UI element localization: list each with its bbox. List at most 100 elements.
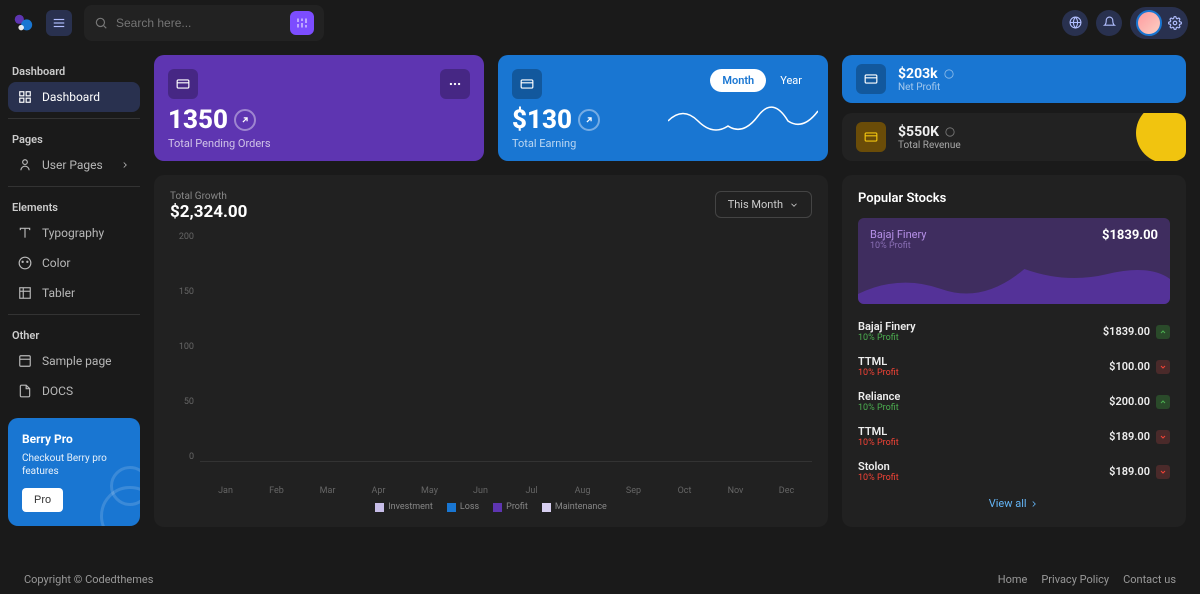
- stock-row[interactable]: TTML10% Profit$100.00: [858, 349, 1170, 384]
- card-icon: [512, 69, 542, 99]
- trend-up-icon: [1156, 395, 1170, 409]
- total-revenue-card: $550K Total Revenue: [842, 113, 1186, 161]
- footer-link[interactable]: Home: [998, 573, 1028, 586]
- nav-item-typography[interactable]: Typography: [8, 218, 140, 248]
- stock-value: $1839.00: [1103, 325, 1150, 338]
- accent-shape: [1136, 113, 1186, 161]
- net-profit-card: $203k Net Profit: [842, 55, 1186, 103]
- chart-period-select[interactable]: This Month: [715, 191, 812, 218]
- search-icon: [94, 16, 108, 30]
- avatar: [1136, 10, 1162, 36]
- stocks-title: Popular Stocks: [858, 191, 1170, 206]
- promo-card: Berry ProCheckout Berry pro featuresPro: [8, 418, 140, 526]
- stock-row[interactable]: TTML10% Profit $189.00: [858, 419, 1170, 454]
- trend-up-icon: [234, 109, 256, 131]
- trend-up-icon: [578, 109, 600, 131]
- copyright: Copyright © Codedthemes: [24, 573, 153, 586]
- bar-group: [304, 232, 344, 461]
- stock-row[interactable]: Bajaj Finery10% Profit$1839.00: [858, 314, 1170, 349]
- user-icon: [18, 158, 32, 172]
- palette-icon: [18, 256, 32, 270]
- nav-group-label: Elements: [8, 193, 140, 218]
- menu-toggle-button[interactable]: [46, 10, 72, 36]
- footer: Copyright © Codedthemes Home Privacy Poli…: [0, 565, 1200, 594]
- header-actions: [1062, 7, 1188, 39]
- nav-item-label: Tabler: [42, 286, 75, 300]
- stock-name: Bajaj Finery: [858, 320, 916, 333]
- info-icon: [944, 69, 954, 79]
- profile-menu[interactable]: [1130, 7, 1188, 39]
- stock-row[interactable]: Reliance10% Profit $200.00: [858, 384, 1170, 419]
- stock-sub: 10% Profit: [858, 403, 900, 413]
- nav-item-color[interactable]: Color: [8, 248, 140, 278]
- stock-value: $100.00: [1109, 360, 1150, 373]
- sparkline: [668, 101, 818, 141]
- stock-name: TTML: [858, 425, 899, 438]
- bar-group: [668, 232, 708, 461]
- trend-down-icon: [1156, 465, 1170, 479]
- featured-sparkline: [858, 254, 1170, 304]
- gear-icon: [1168, 16, 1182, 30]
- y-axis: 200150100500: [170, 232, 200, 482]
- nav-item-sample-page[interactable]: Sample page: [8, 346, 140, 376]
- trend-down-icon: [1156, 430, 1170, 444]
- stock-value: $189.00: [1109, 430, 1150, 443]
- bar-group: [460, 232, 500, 461]
- year-button[interactable]: Year: [768, 69, 814, 92]
- card-menu-button[interactable]: [440, 69, 470, 99]
- footer-link[interactable]: Privacy Policy: [1041, 573, 1109, 586]
- card-icon: [856, 64, 886, 94]
- month-button[interactable]: Month: [710, 69, 766, 92]
- nav-item-user-pages[interactable]: User Pages: [8, 150, 140, 180]
- nav-group-label: Pages: [8, 125, 140, 150]
- net-profit-value: $203k: [898, 66, 938, 82]
- bar-group: [252, 232, 292, 461]
- chevron-down-icon: [789, 200, 799, 210]
- notification-button[interactable]: [1096, 10, 1122, 36]
- nav-group-label: Dashboard: [8, 57, 140, 82]
- info-icon: [945, 127, 955, 137]
- search-input[interactable]: [116, 16, 282, 30]
- nav-item-label: Typography: [42, 226, 104, 240]
- language-button[interactable]: [1062, 10, 1088, 36]
- total-earning-card: Month Year $130 Total Earning: [498, 55, 828, 161]
- stock-sub: 10% Profit: [858, 438, 899, 448]
- trend-up-icon: [1156, 325, 1170, 339]
- stock-name: Reliance: [858, 390, 900, 403]
- stock-value: $189.00: [1109, 465, 1150, 478]
- chevron-right-icon: [1029, 499, 1039, 509]
- revenue-label: Total Revenue: [898, 140, 961, 151]
- chart-label: Total Growth: [170, 191, 247, 202]
- bar-group: [720, 232, 760, 461]
- bar-group: [356, 232, 396, 461]
- logo: [12, 12, 34, 34]
- period-toggle: Month Year: [710, 69, 814, 92]
- nav-item-docs[interactable]: DOCS: [8, 376, 140, 406]
- bar-group: [616, 232, 656, 461]
- featured-stock: Bajaj Finery 10% Profit $1839.00: [858, 218, 1170, 304]
- dashboard-icon: [18, 90, 32, 104]
- stock-sub: 10% Profit: [858, 473, 899, 483]
- stocks-card: Popular Stocks Bajaj Finery 10% Profit $…: [842, 175, 1186, 527]
- earning-value: $130: [512, 105, 572, 135]
- nav-item-label: DOCS: [42, 384, 73, 398]
- sidebar: DashboardDashboard Pages User Pages Element…: [0, 45, 148, 565]
- nav-group-label: Other: [8, 321, 140, 346]
- view-all-link[interactable]: View all: [858, 497, 1170, 510]
- footer-link[interactable]: Contact us: [1123, 573, 1176, 586]
- growth-chart-card: Total Growth $2,324.00 This Month 200150…: [154, 175, 828, 527]
- nav-item-label: Sample page: [42, 354, 112, 368]
- nav-item-tabler[interactable]: Tabler: [8, 278, 140, 308]
- chart-value: $2,324.00: [170, 202, 247, 222]
- stock-row[interactable]: Stolon10% Profit$189.00: [858, 454, 1170, 489]
- search-filter-button[interactable]: [290, 11, 314, 35]
- docs-icon: [18, 384, 32, 398]
- stock-value: $200.00: [1109, 395, 1150, 408]
- nav-item-dashboard[interactable]: Dashboard: [8, 82, 140, 112]
- featured-stock-value: $1839.00: [1102, 228, 1158, 243]
- bar-group: [408, 232, 448, 461]
- promo-button[interactable]: Pro: [22, 488, 63, 512]
- nav-item-label: Color: [42, 256, 70, 270]
- nav-item-label: User Pages: [42, 158, 103, 172]
- type-icon: [18, 226, 32, 240]
